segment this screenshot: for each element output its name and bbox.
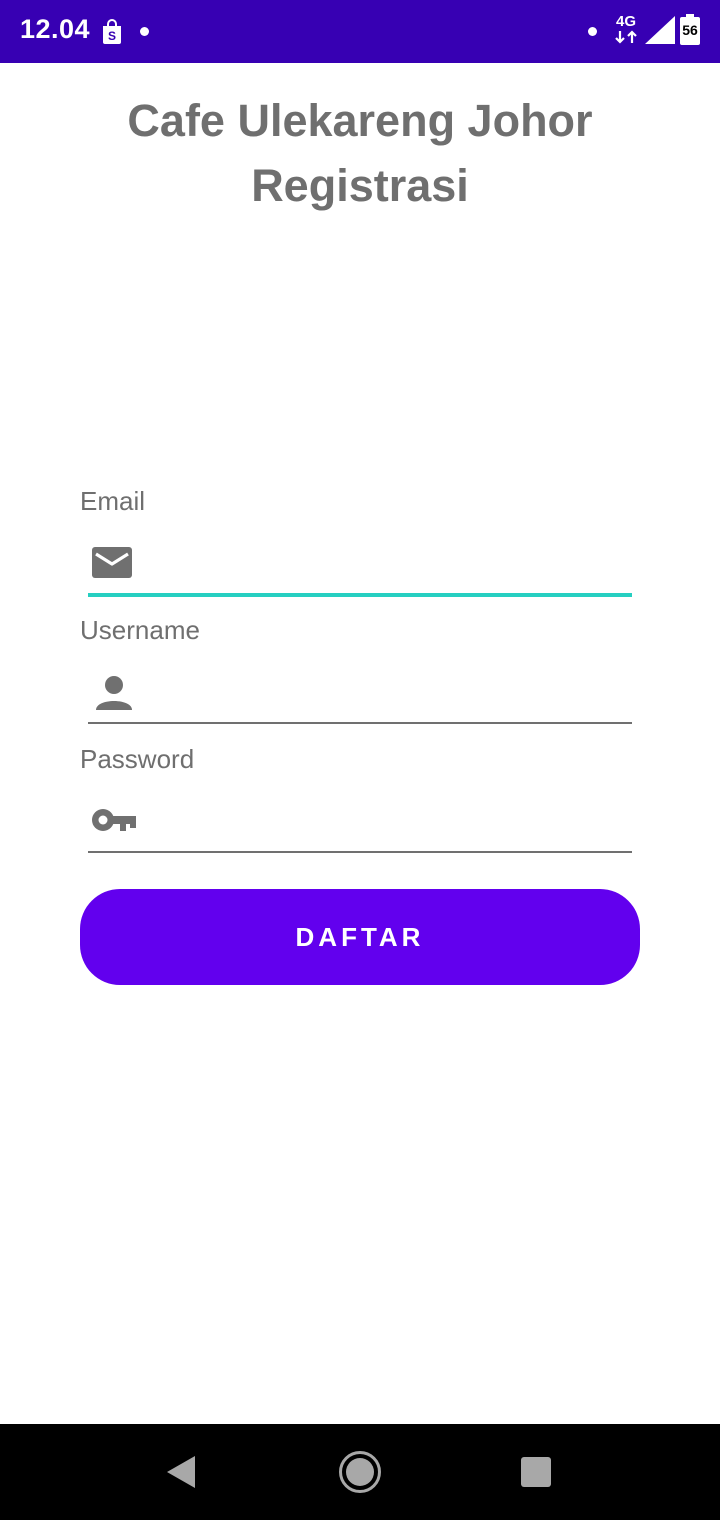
- password-underline: [88, 851, 632, 853]
- network-4g-icon: 4G: [615, 13, 636, 30]
- email-label: Email: [80, 486, 146, 516]
- username-input[interactable]: [152, 664, 622, 714]
- password-field[interactable]: [88, 783, 632, 853]
- back-icon[interactable]: [165, 1454, 197, 1490]
- title-line-2: Registrasi: [251, 160, 469, 211]
- navigation-bar: [0, 1424, 720, 1520]
- page-title: Cafe Ulekareng Johor Registrasi: [0, 88, 720, 218]
- status-dot-icon: [588, 27, 597, 36]
- password-label: Password: [80, 744, 195, 774]
- email-field[interactable]: [88, 526, 632, 597]
- daftar-button[interactable]: DAFTAR: [80, 889, 640, 985]
- home-icon[interactable]: [338, 1450, 382, 1494]
- email-underline: [88, 593, 632, 597]
- username-label: Username: [80, 615, 200, 645]
- status-time: 12.04: [20, 14, 91, 44]
- recent-apps-icon[interactable]: [521, 1457, 551, 1487]
- email-input[interactable]: [152, 536, 622, 586]
- svg-text:S: S: [108, 29, 116, 43]
- email-icon: [92, 547, 132, 578]
- key-icon: [92, 809, 136, 831]
- signal-icon: [645, 16, 675, 44]
- shopping-bag-icon: S: [103, 19, 121, 44]
- password-input[interactable]: [152, 793, 622, 843]
- title-line-1: Cafe Ulekareng Johor: [127, 95, 593, 146]
- person-icon: [96, 676, 132, 710]
- username-underline: [88, 722, 632, 724]
- battery-level: 56: [682, 22, 698, 38]
- status-bar: 12.04 S 4G 56: [0, 0, 720, 63]
- data-arrows-icon: [615, 30, 637, 44]
- notification-dot-icon: [140, 27, 149, 36]
- username-field[interactable]: [88, 654, 632, 724]
